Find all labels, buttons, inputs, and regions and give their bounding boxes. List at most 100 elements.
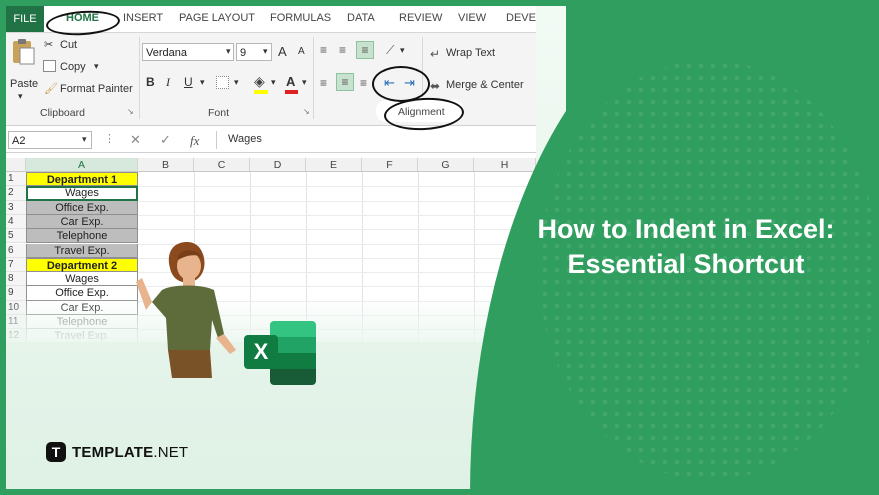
more-icon: ⋮ [104,133,115,145]
column-header-a[interactable]: A [26,158,138,172]
underline-dropdown-icon[interactable]: ▾ [200,77,205,88]
ribbon-separator [313,37,314,119]
paste-dropdown-icon[interactable]: ▾ [18,91,23,102]
merge-center-button[interactable]: Merge & Center [446,79,524,91]
align-center-icon[interactable]: ≡ [336,73,354,91]
name-box[interactable]: A2 [8,131,92,149]
tab-insert[interactable]: INSERT [123,12,163,24]
cut-icon[interactable]: ✂ [44,38,53,51]
table-row[interactable]: Wages [26,272,138,287]
row-header[interactable]: 2 [6,186,26,201]
row-header[interactable]: 7 [6,257,26,273]
italic-button[interactable]: I [166,75,170,90]
excel-logo-x-icon: X [244,335,278,369]
align-right-icon[interactable]: ≡ [360,76,367,90]
orientation-dropdown-icon[interactable]: ▾ [400,45,405,56]
formula-bar: A2 ▾ ⋮ ✕ ✓ fx Wages [6,128,536,153]
underline-button[interactable]: U [184,75,193,89]
grid-line [138,186,536,188]
font-size-dropdown-icon[interactable]: ▾ [263,46,268,57]
fill-color-icon[interactable]: ◈ [254,73,265,90]
column-header-e[interactable]: E [306,158,362,172]
row-header[interactable]: 6 [6,243,26,258]
template-logo-icon: T [46,442,66,462]
column-header-g[interactable]: G [418,158,474,172]
middle-align-icon[interactable]: ≡ [339,43,346,57]
grid-line [138,214,536,216]
fill-dropdown-icon[interactable]: ▾ [271,77,276,88]
grid-line [138,229,536,231]
cut-button[interactable]: Cut [60,39,77,51]
table-row[interactable]: Wages [26,186,138,201]
font-name-dropdown-icon[interactable]: ▾ [226,46,231,57]
tab-data[interactable]: DATA [347,12,375,24]
table-row[interactable]: Telephone [26,229,138,244]
tab-developer[interactable]: DEVELO [506,12,536,24]
column-header-c[interactable]: C [194,158,250,172]
copy-icon[interactable] [43,60,56,72]
ribbon-separator [139,37,140,119]
cancel-icon[interactable]: ✕ [130,132,141,148]
name-box-dropdown-icon[interactable]: ▾ [82,134,87,145]
wrap-text-button[interactable]: Wrap Text [446,47,495,59]
format-painter-icon[interactable]: 🖌 [44,82,58,95]
template-net-logo[interactable]: T TEMPLATE.NET [46,441,188,463]
excel-logo: X [244,321,316,385]
tab-page-layout[interactable]: PAGE LAYOUT [179,12,255,24]
table-row[interactable]: Travel Exp. [26,243,138,258]
shrink-font-button[interactable]: A [298,46,305,57]
table-row[interactable]: Office Exp. [26,200,138,215]
copy-dropdown-icon[interactable]: ▾ [94,61,99,72]
fill-color-swatch [254,90,268,94]
grid-line [138,200,536,202]
select-all-corner[interactable] [6,158,26,172]
column-header-b[interactable]: B [138,158,194,172]
formula-input[interactable]: Wages [228,133,262,145]
row-header[interactable]: 4 [6,214,26,230]
department-cell[interactable]: Department 1 [26,172,138,187]
wrap-text-icon[interactable]: ↵ [430,47,440,61]
grow-font-button[interactable]: A [278,44,287,59]
headline-line-2: Essential Shortcut [567,249,805,279]
paste-icon[interactable] [9,37,37,67]
brand-name-main: TEMPLATE [72,443,154,461]
font-color-dropdown-icon[interactable]: ▾ [302,77,307,88]
tab-view[interactable]: VIEW [458,12,486,24]
paste-label[interactable]: Paste [10,78,38,90]
tab-file[interactable]: FILE [6,6,44,32]
font-launcher-icon[interactable]: ↘ [303,107,310,116]
person-illustration [136,242,236,378]
column-header-h[interactable]: H [474,158,536,172]
row-header[interactable]: 5 [6,229,26,244]
font-name-select[interactable]: Verdana [142,43,234,61]
orientation-icon[interactable]: ⟋ [386,43,394,58]
tab-formulas[interactable]: FORMULAS [270,12,331,24]
font-color-swatch [285,90,298,94]
borders-icon[interactable] [216,76,229,89]
clipboard-group-label: Clipboard [40,107,85,119]
table-row[interactable]: Car Exp. [26,214,138,230]
department-cell[interactable]: Department 2 [26,257,138,273]
indent-buttons-highlight-oval [372,66,430,102]
headline-line-1: How to Indent in Excel: [537,214,835,244]
borders-dropdown-icon[interactable]: ▾ [234,77,239,88]
formula-separator [216,131,217,149]
top-align-icon[interactable]: ≡ [320,43,327,57]
column-header-d[interactable]: D [250,158,306,172]
bottom-align-icon[interactable]: ≡ [356,41,374,59]
insert-function-icon[interactable]: fx [190,133,199,149]
copy-button[interactable]: Copy [60,61,86,73]
merge-center-icon[interactable]: ⬌ [430,79,440,93]
tab-review[interactable]: REVIEW [399,12,442,24]
row-header[interactable]: 8 [6,272,26,287]
column-header-f[interactable]: F [362,158,418,172]
row-header[interactable]: 3 [6,200,26,215]
bold-button[interactable]: B [146,75,155,89]
enter-icon[interactable]: ✓ [160,132,171,148]
font-color-button[interactable]: A [286,74,295,89]
row-header[interactable]: 1 [6,172,26,187]
brand-name-suffix: .NET [153,443,189,461]
align-left-icon[interactable]: ≡ [320,76,327,90]
clipboard-launcher-icon[interactable]: ↘ [127,107,134,116]
format-painter-button[interactable]: Format Painter [60,83,133,95]
